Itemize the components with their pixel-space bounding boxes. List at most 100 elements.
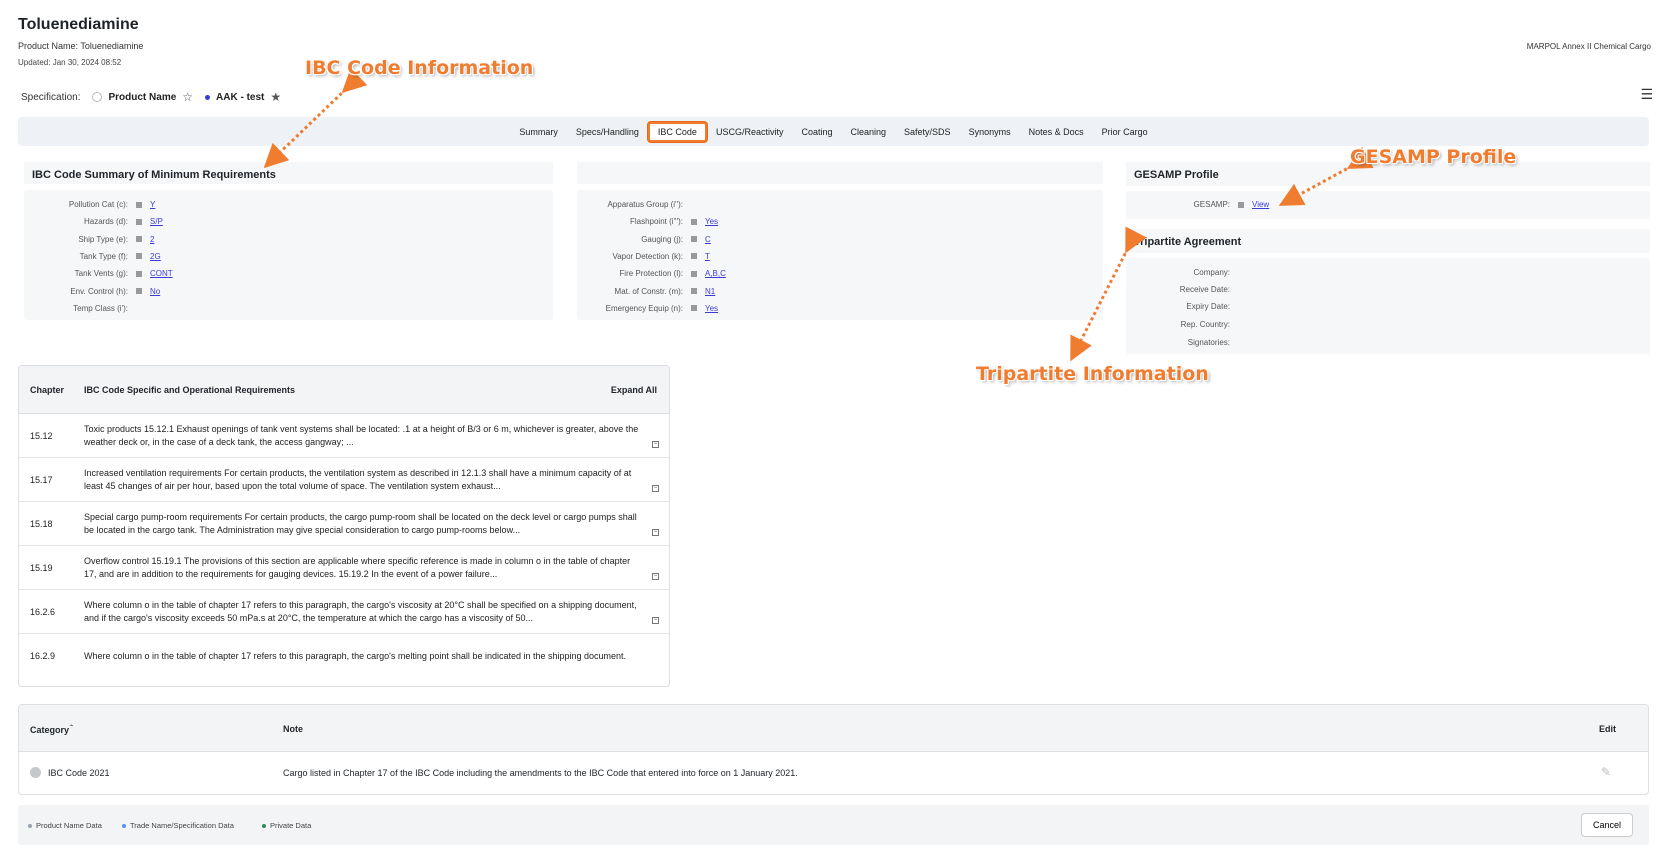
requirement-text-cell: Where column o in the table of chapter 1… [84,650,627,661]
gesamp-view-link[interactable]: View [1252,200,1269,209]
left-label: Tank Vents (g): [74,269,128,279]
left-row: Tank Type (f): 2G [24,252,161,261]
edit-icon[interactable]: ✎ [1601,765,1611,779]
left-label: Env. Control (h): [70,286,128,296]
left-value-link[interactable]: CONT [150,269,173,278]
expand-row-icon[interactable]: − [652,617,659,624]
tab-summary[interactable]: Summary [510,123,567,141]
updated-timestamp: Updated: Jan 30, 2024 08:52 [18,58,122,67]
right-label: Fire Protection (l): [619,269,683,279]
table-row[interactable]: 15.17 Increased ventilation requirements … [19,458,669,502]
right-row: Vapor Detection (k): T [577,252,710,261]
data-source-marker [691,305,697,312]
data-source-marker [691,270,697,277]
tab-uscg-reactivity[interactable]: USCG/Reactivity [707,123,793,141]
legend-trade-name: Trade Name/Specification Data [122,821,234,830]
notes-table: Category⌃ Note Edit IBC Code 2021 Cargo … [18,704,1649,795]
right-value-link[interactable]: A,B,C [705,269,726,278]
left-label: Hazards (d): [83,217,128,227]
table-row[interactable]: 15.12 Toxic products 15.12.1 Exhaust open… [19,414,669,458]
aak-test-option[interactable]: AAK - test [216,92,264,103]
right-row: Emergency Equip (n): Yes [577,304,718,313]
chapter-cell: 15.18 [30,518,53,529]
tab-specs-handling[interactable]: Specs/Handling [567,123,648,141]
right-label: Apparatus Group (i''): [607,200,683,209]
tab-notes-docs[interactable]: Notes & Docs [1020,123,1093,141]
left-label: Temp Class (i'): [73,303,128,313]
data-source-marker [136,270,142,277]
hamburger-menu-icon[interactable]: ☰ [1640,86,1653,103]
col-category[interactable]: Category⌃ [30,724,74,735]
product-name-option[interactable]: Product Name [108,92,176,103]
gesamp-callout: GESAMP Profile [1350,146,1517,168]
col-edit: Edit [1599,724,1616,734]
left-row: Tank Vents (g): CONT [24,269,173,278]
specification-label: Specification: [21,91,81,103]
data-source-marker [1238,201,1244,208]
left-value-link[interactable]: 2G [150,252,161,261]
right-value-link[interactable]: T [705,252,710,261]
expand-row-icon[interactable]: − [652,529,659,536]
chapter-cell: 16.2.9 [30,651,56,661]
note-text: Cargo listed in Chapter 17 of the IBC Co… [283,768,798,778]
trade-name-dot-icon [122,823,126,828]
cancel-button[interactable]: Cancel [1581,813,1633,837]
requirement-text-cell: Increased ventilation requirements For c… [84,467,632,491]
expand-row-icon[interactable]: − [652,441,659,448]
note-category: IBC Code 2021 [48,768,110,778]
specification-selector: Specification: Product Name ☆ AAK - test… [21,90,281,104]
right-row: Apparatus Group (i''): [577,200,683,209]
chapter-cell: 15.17 [30,474,53,485]
product-name-radio[interactable] [92,92,103,102]
left-value-link[interactable]: Y [150,200,155,209]
chapter-cell: 15.12 [30,430,53,441]
right-row: Gauging (j): C [577,235,711,244]
tab-prior-cargo[interactable]: Prior Cargo [1093,123,1157,141]
requirement-text-cell: Toxic products 15.12.1 Exhaust openings … [84,423,639,447]
chapter-cell: 16.2.6 [30,606,56,617]
table-row[interactable]: 16.2.6 Where column o in the table of cha… [19,590,669,634]
star-filled-icon[interactable]: ★ [270,90,281,104]
notes-header: Category⌃ Note Edit [19,705,1648,752]
tripartite-rep-country: Rep. Country: [1180,320,1230,329]
tripartite-expiry-date: Expiry Date: [1186,302,1230,311]
left-value-link[interactable]: S/P [150,217,163,226]
right-label: Emergency Equip (n): [605,303,683,313]
data-source-marker [691,218,697,225]
right-row: Flashpoint (i'''): Yes [577,217,718,226]
tab-bar: Summary Specs/Handling IBC Code USCG/Rea… [18,117,1649,146]
category-dot-icon [30,767,41,778]
data-source-marker [136,253,142,260]
table-row[interactable]: 15.19 Overflow control 15.19.1 The provis… [19,546,669,590]
table-header: Chapter IBC Code Specific and Operationa… [19,366,669,414]
right-value-link[interactable]: Yes [705,304,718,313]
right-value-link[interactable]: N1 [705,287,715,296]
table-row[interactable]: 16.2.9 Where column o in the table of cha… [19,634,669,678]
expand-all-button[interactable]: Expand All [611,385,669,395]
private-dot-icon [262,823,266,828]
expand-row-icon[interactable]: − [652,485,659,492]
tripartite-callout: Tripartite Information [976,363,1209,385]
tab-synonyms[interactable]: Synonyms [960,123,1020,141]
tab-ibc-code[interactable]: IBC Code [647,121,707,142]
product-name: Product Name: Toluenediamine [18,41,144,51]
tab-coating[interactable]: Coating [792,123,841,141]
data-source-marker [136,288,142,294]
ibc-requirements-table: Chapter IBC Code Specific and Operationa… [18,365,670,687]
ibc-callout: IBC Code Information [305,57,534,79]
left-value-link[interactable]: 2 [150,235,154,244]
tab-safety-sds[interactable]: Safety/SDS [895,123,960,141]
table-row[interactable]: 15.18 Special cargo pump-room requirement… [19,502,669,546]
data-source-marker [691,253,697,260]
tab-cleaning[interactable]: Cleaning [842,123,896,141]
expand-row-icon[interactable]: − [652,573,659,580]
left-row: Hazards (d): S/P [24,217,163,226]
left-value-link[interactable]: No [150,287,160,296]
selected-dot-icon[interactable] [205,94,211,100]
table-row: IBC Code 2021 Cargo listed in Chapter 17… [19,752,1648,794]
right-value-link[interactable]: Yes [705,217,718,226]
right-value-link[interactable]: C [705,235,711,244]
tripartite-title: Tripartite Agreement [1126,229,1650,253]
ibc-summary-right-header [577,162,1103,184]
star-outline-icon[interactable]: ☆ [182,90,193,104]
